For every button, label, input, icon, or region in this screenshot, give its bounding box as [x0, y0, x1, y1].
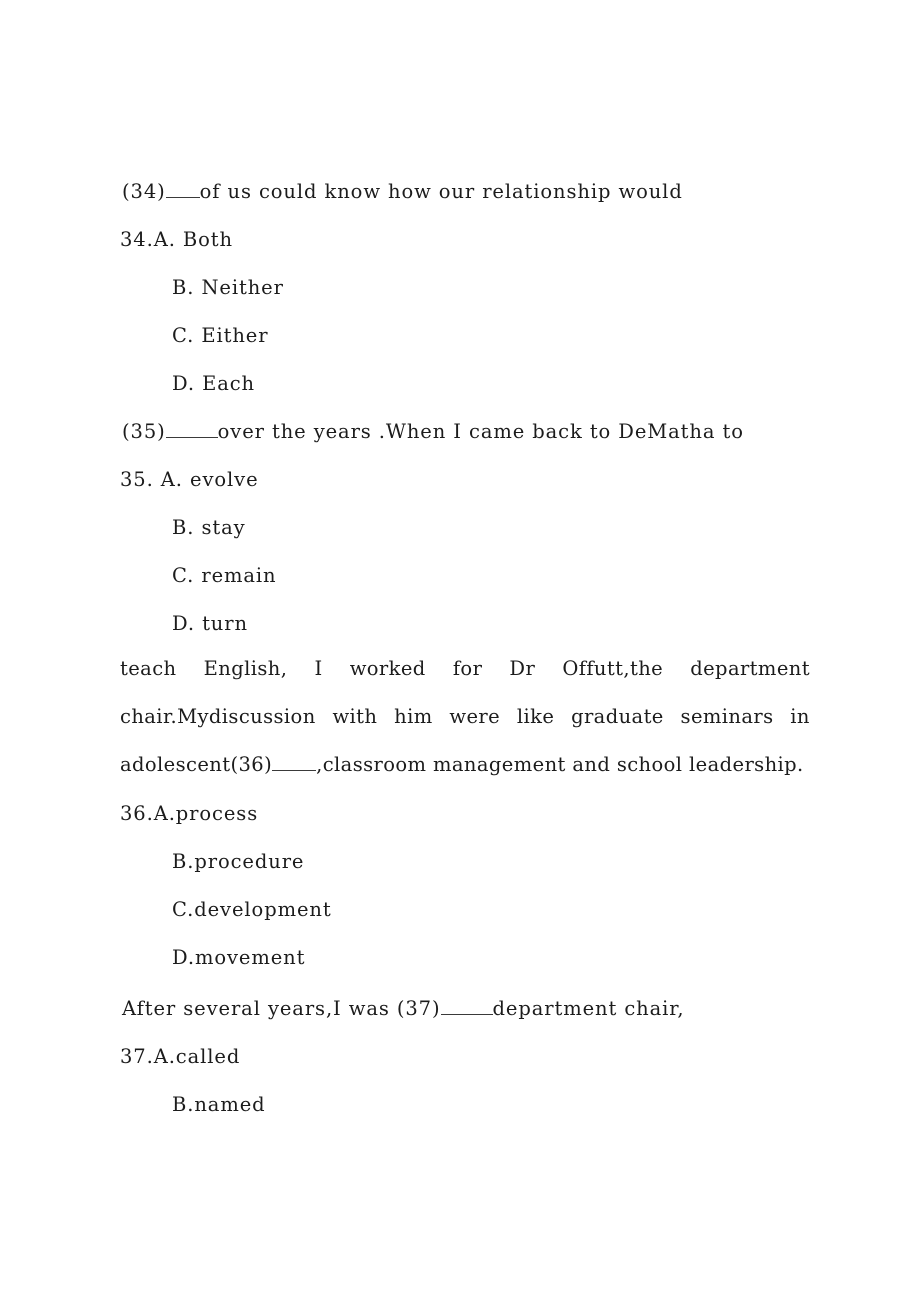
question-35-stem: (35) over the years .When I came back to … [120, 408, 810, 456]
question-35-option-d[interactable]: D. turn [120, 600, 810, 648]
passage-word: Offutt,the [562, 657, 664, 680]
question-35-stem-suffix: over the years .When I came back to DeMa… [217, 420, 744, 443]
passage-word: department [690, 657, 810, 680]
option-letter: 37.A. [120, 1045, 176, 1068]
document-page: (34) of us could know how our relationshi… [0, 0, 920, 1302]
question-37-option-a[interactable]: 37.A.called [120, 1033, 810, 1081]
passage-word: I [314, 657, 323, 680]
option-gap [183, 468, 190, 491]
option-letter: C. [172, 898, 195, 921]
question-36-option-b[interactable]: B.procedure [120, 838, 810, 886]
passage-word: were [449, 705, 501, 728]
option-letter: B. [172, 850, 195, 873]
question-37-block: After several years,I was (37) department… [120, 985, 810, 1129]
option-letter: B. [172, 276, 195, 299]
passage-line-1: teach English, I worked for Dr Offutt,th… [120, 645, 810, 693]
option-text: Neither [201, 276, 284, 299]
option-text: process [175, 802, 259, 825]
option-letter: B. [172, 1093, 195, 1116]
option-text: Both [182, 228, 233, 251]
option-letter: D. [172, 946, 195, 969]
question-34-option-a[interactable]: 34.A. Both [120, 216, 810, 264]
option-text: Each [202, 372, 256, 395]
question-37-stem-suffix: department chair, [492, 997, 685, 1020]
passage-word: English, [203, 657, 288, 680]
question-37-blank [440, 995, 493, 1015]
option-text: turn [202, 612, 248, 635]
question-36-stem-suffix: ,classroom management and school leaders… [316, 753, 804, 776]
option-letter: B. [172, 516, 195, 539]
passage-word: teach [120, 657, 177, 680]
option-text: stay [201, 516, 246, 539]
passage-word: for [452, 657, 483, 680]
option-text: development [194, 898, 332, 921]
option-letter: D. [172, 372, 195, 395]
passage-word: chair.Mydiscussion [120, 705, 316, 728]
passage-word: graduate [571, 705, 664, 728]
question-35-option-a[interactable]: 35. A. evolve [120, 456, 810, 504]
question-34-option-b[interactable]: B. Neither [120, 264, 810, 312]
question-35-option-c[interactable]: C. remain [120, 552, 810, 600]
option-text: evolve [190, 468, 259, 491]
option-text: Either [201, 324, 269, 347]
passage-word: with [332, 705, 378, 728]
option-letter: C. [172, 564, 195, 587]
passage-word: in [790, 705, 810, 728]
question-36-option-a[interactable]: 36.A.process [120, 790, 810, 838]
question-36-blank [272, 751, 317, 771]
option-text: procedure [194, 850, 305, 873]
question-34-option-d[interactable]: D. Each [120, 360, 810, 408]
option-letter: 36.A. [120, 802, 176, 825]
passage-word: him [394, 705, 433, 728]
question-34-stem: (34) of us could know how our relationshi… [120, 168, 810, 216]
question-34-option-c[interactable]: C. Either [120, 312, 810, 360]
question-37-stem-prefix: After several years,I was (37) [122, 997, 441, 1020]
option-text: named [194, 1093, 266, 1116]
option-letter: 34.A. [120, 228, 176, 251]
passage-word: seminars [680, 705, 774, 728]
question-36-stem-prefix: adolescent(36) [120, 753, 273, 776]
passage-word: Dr [509, 657, 536, 680]
question-36-option-d[interactable]: D.movement [120, 934, 810, 982]
question-37-stem: After several years,I was (37) department… [120, 985, 810, 1033]
passage-line-2: chair.Mydiscussion with him were like gr… [120, 693, 810, 741]
question-35-blank [165, 418, 218, 438]
option-gap [195, 612, 202, 635]
question-34-stem-suffix: of us could know how our relationship wo… [199, 180, 683, 203]
passage-word: worked [349, 657, 426, 680]
option-letter: 35. A. [120, 468, 183, 491]
question-34-blank [165, 178, 200, 198]
option-text: movement [194, 946, 306, 969]
question-35-stem-prefix: (35) [122, 420, 166, 443]
option-text: called [175, 1045, 241, 1068]
option-gap [176, 228, 183, 251]
question-36-option-c[interactable]: C.development [120, 886, 810, 934]
passage-line-3: adolescent(36) ,classroom management and … [120, 741, 810, 789]
question-37-option-b[interactable]: B.named [120, 1081, 810, 1129]
question-36-block: 36.A.process B.procedure C.development D… [120, 790, 810, 982]
question-35-option-b[interactable]: B. stay [120, 504, 810, 552]
question-34-block: (34) of us could know how our relationshi… [120, 168, 810, 648]
passage-word: like [516, 705, 555, 728]
passage-paragraph: teach English, I worked for Dr Offutt,th… [120, 645, 810, 789]
option-gap [195, 372, 202, 395]
option-text: remain [201, 564, 277, 587]
option-letter: C. [172, 324, 195, 347]
option-letter: D. [172, 612, 195, 635]
question-34-stem-prefix: (34) [122, 180, 166, 203]
